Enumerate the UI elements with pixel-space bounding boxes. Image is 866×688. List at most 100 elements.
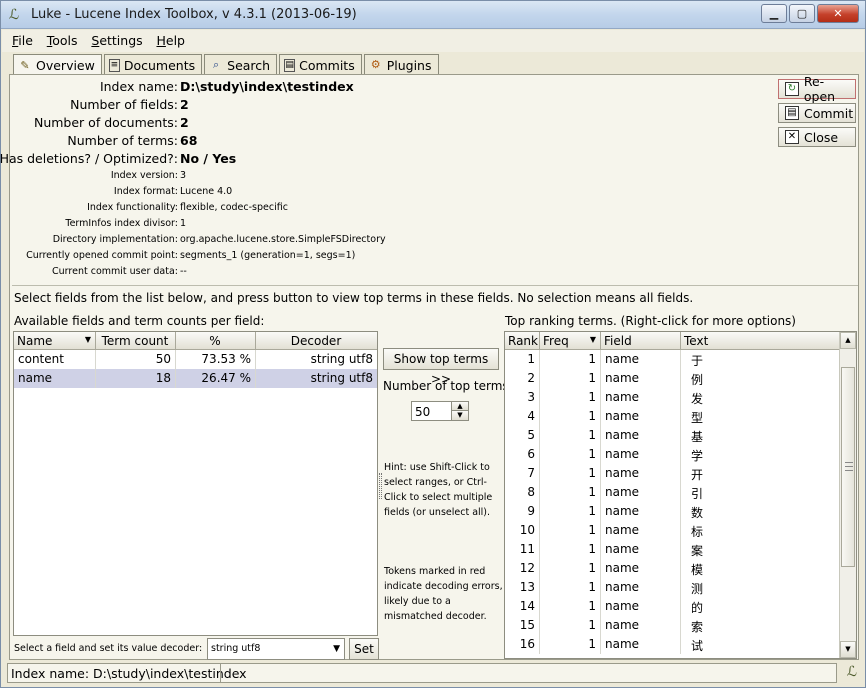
table-row[interactable]: 6 1 name 学 bbox=[505, 445, 856, 464]
term-freq: 1 bbox=[540, 597, 601, 616]
num-top-terms-spinner[interactable]: 50 ▲ ▼ bbox=[411, 401, 469, 421]
index-name-row: Index name: D:\study\index\testindex bbox=[10, 79, 470, 97]
table-row[interactable]: 14 1 name 的 bbox=[505, 597, 856, 616]
menu-file[interactable]: File bbox=[12, 30, 33, 48]
term-text: 发 bbox=[691, 392, 704, 406]
term-freq: 1 bbox=[540, 407, 601, 426]
field-decoder: string utf8 bbox=[310, 371, 373, 385]
col-freq[interactable]: Freq ▼ bbox=[540, 332, 601, 350]
term-field: name bbox=[601, 483, 681, 502]
table-row[interactable]: 1 1 name 于 bbox=[505, 350, 856, 369]
tab-overview[interactable]: ✎ Overview bbox=[13, 54, 102, 75]
col-percent[interactable]: % bbox=[176, 332, 256, 350]
field-percent: 26.47 % bbox=[176, 369, 256, 388]
window-controls: ▁ ▢ ✕ bbox=[759, 4, 859, 23]
menu-settings[interactable]: Settings bbox=[91, 30, 142, 48]
term-field: name bbox=[601, 445, 681, 464]
table-row[interactable]: 9 1 name 数 bbox=[505, 502, 856, 521]
close-window-button[interactable]: ✕ bbox=[817, 4, 859, 23]
term-rank: 1 bbox=[505, 350, 540, 369]
table-row[interactable]: 7 1 name 开 bbox=[505, 464, 856, 483]
table-row[interactable]: content 50 73.53 % string utf8 bbox=[14, 350, 377, 369]
field-term-count: 18 bbox=[96, 369, 176, 388]
tab-search[interactable]: ⌕ Search bbox=[204, 54, 278, 74]
close-button[interactable]: ✕ Close bbox=[778, 127, 856, 147]
minimize-button[interactable]: ▁ bbox=[761, 4, 787, 23]
spinner-up-icon[interactable]: ▲ bbox=[451, 402, 468, 411]
top-terms-table: Rank Freq ▼ Field Text 1 1 name 于 2 1 name 例 3 1 na… bbox=[504, 331, 857, 659]
window-title: Luke - Lucene Index Toolbox, v 4.3.1 (20… bbox=[31, 7, 357, 22]
tab-documents[interactable]: ≡ Documents bbox=[103, 54, 203, 74]
table-row[interactable]: 8 1 name 引 bbox=[505, 483, 856, 502]
terms-scrollbar[interactable]: ▲ ▼ bbox=[839, 332, 856, 658]
set-decoder-button[interactable]: Set bbox=[349, 638, 379, 660]
term-rank: 13 bbox=[505, 578, 540, 597]
table-row[interactable]: 12 1 name 模 bbox=[505, 559, 856, 578]
commit-button[interactable]: ▤ Commit bbox=[778, 103, 856, 123]
table-row[interactable]: 10 1 name 标 bbox=[505, 521, 856, 540]
col-name[interactable]: Name ▼ bbox=[14, 332, 96, 350]
term-text: 例 bbox=[691, 373, 704, 387]
col-field[interactable]: Field bbox=[601, 332, 681, 350]
term-text: 案 bbox=[691, 544, 704, 558]
term-freq: 1 bbox=[540, 388, 601, 407]
reopen-icon: ↻ bbox=[785, 82, 799, 96]
num-fields-value: 2 bbox=[180, 97, 189, 112]
title-bar[interactable]: ℒ Luke - Lucene Index Toolbox, v 4.3.1 (… bbox=[1, 1, 865, 29]
num-terms-label: Number of terms: bbox=[67, 133, 178, 148]
field-term-count: 50 bbox=[96, 350, 176, 369]
term-text: 标 bbox=[691, 525, 704, 539]
num-docs-value: 2 bbox=[180, 115, 189, 130]
num-docs-row: Number of documents: 2 bbox=[10, 115, 470, 133]
maximize-button[interactable]: ▢ bbox=[789, 4, 815, 23]
table-row[interactable]: 3 1 name 发 bbox=[505, 388, 856, 407]
term-field: name bbox=[601, 540, 681, 559]
term-text: 开 bbox=[691, 468, 704, 482]
table-row[interactable]: 13 1 name 测 bbox=[505, 578, 856, 597]
term-freq: 1 bbox=[540, 559, 601, 578]
term-freq: 1 bbox=[540, 578, 601, 597]
terms-table-header: Rank Freq ▼ Field Text bbox=[505, 332, 839, 350]
term-field: name bbox=[601, 350, 681, 369]
field-percent: 73.53 % bbox=[176, 350, 256, 369]
spinner-down-icon[interactable]: ▼ bbox=[451, 411, 468, 420]
table-row[interactable]: 15 1 name 索 bbox=[505, 616, 856, 635]
num-terms-row: Number of terms: 68 bbox=[10, 133, 470, 151]
tab-plugins[interactable]: ⚙ Plugins bbox=[363, 54, 439, 74]
table-row[interactable]: 4 1 name 型 bbox=[505, 407, 856, 426]
col-text[interactable]: Text bbox=[681, 332, 839, 350]
menu-tools[interactable]: Tools bbox=[47, 30, 78, 48]
functionality-label: Index functionality: bbox=[87, 202, 178, 213]
scroll-down-icon[interactable]: ▼ bbox=[840, 641, 856, 658]
index-name-value: D:\study\index\testindex bbox=[180, 79, 354, 94]
table-row[interactable]: 5 1 name 基 bbox=[505, 426, 856, 445]
term-rank: 16 bbox=[505, 635, 540, 654]
scroll-thumb[interactable] bbox=[841, 367, 855, 567]
show-top-terms-button[interactable]: Show top terms >> bbox=[383, 348, 499, 386]
table-row[interactable]: 2 1 name 例 bbox=[505, 369, 856, 388]
term-text: 基 bbox=[691, 430, 704, 444]
splitter-handle[interactable] bbox=[379, 473, 382, 499]
reopen-button[interactable]: ↻ Re-open bbox=[778, 74, 856, 104]
term-field: name bbox=[601, 426, 681, 445]
overview-icon: ✎ bbox=[20, 58, 30, 72]
decoder-select[interactable]: string utf8 ▼ bbox=[207, 638, 345, 660]
tab-commits[interactable]: ▤ Commits bbox=[279, 54, 362, 74]
col-decoder[interactable]: Decoder bbox=[256, 332, 377, 350]
user-data-value: -- bbox=[180, 266, 187, 277]
available-fields-label: Available fields and term counts per fie… bbox=[14, 314, 265, 328]
table-row[interactable]: 16 1 name 试 bbox=[505, 635, 856, 654]
col-term-count[interactable]: Term count bbox=[96, 332, 176, 350]
term-rank: 12 bbox=[505, 559, 540, 578]
term-freq: 1 bbox=[540, 483, 601, 502]
table-row[interactable]: 11 1 name 案 bbox=[505, 540, 856, 559]
scroll-up-icon[interactable]: ▲ bbox=[840, 332, 856, 349]
fields-table-header: Name ▼ Term count % Decoder bbox=[14, 332, 377, 350]
num-fields-row: Number of fields: 2 bbox=[10, 97, 470, 115]
term-text: 型 bbox=[691, 411, 704, 425]
status-bar: Index name: D:\study\index\testindex bbox=[7, 663, 837, 683]
menu-help[interactable]: Help bbox=[156, 30, 185, 48]
col-rank[interactable]: Rank bbox=[505, 332, 540, 350]
divisor-value: 1 bbox=[180, 218, 187, 229]
table-row[interactable]: name 18 26.47 % string utf8 bbox=[14, 369, 377, 388]
